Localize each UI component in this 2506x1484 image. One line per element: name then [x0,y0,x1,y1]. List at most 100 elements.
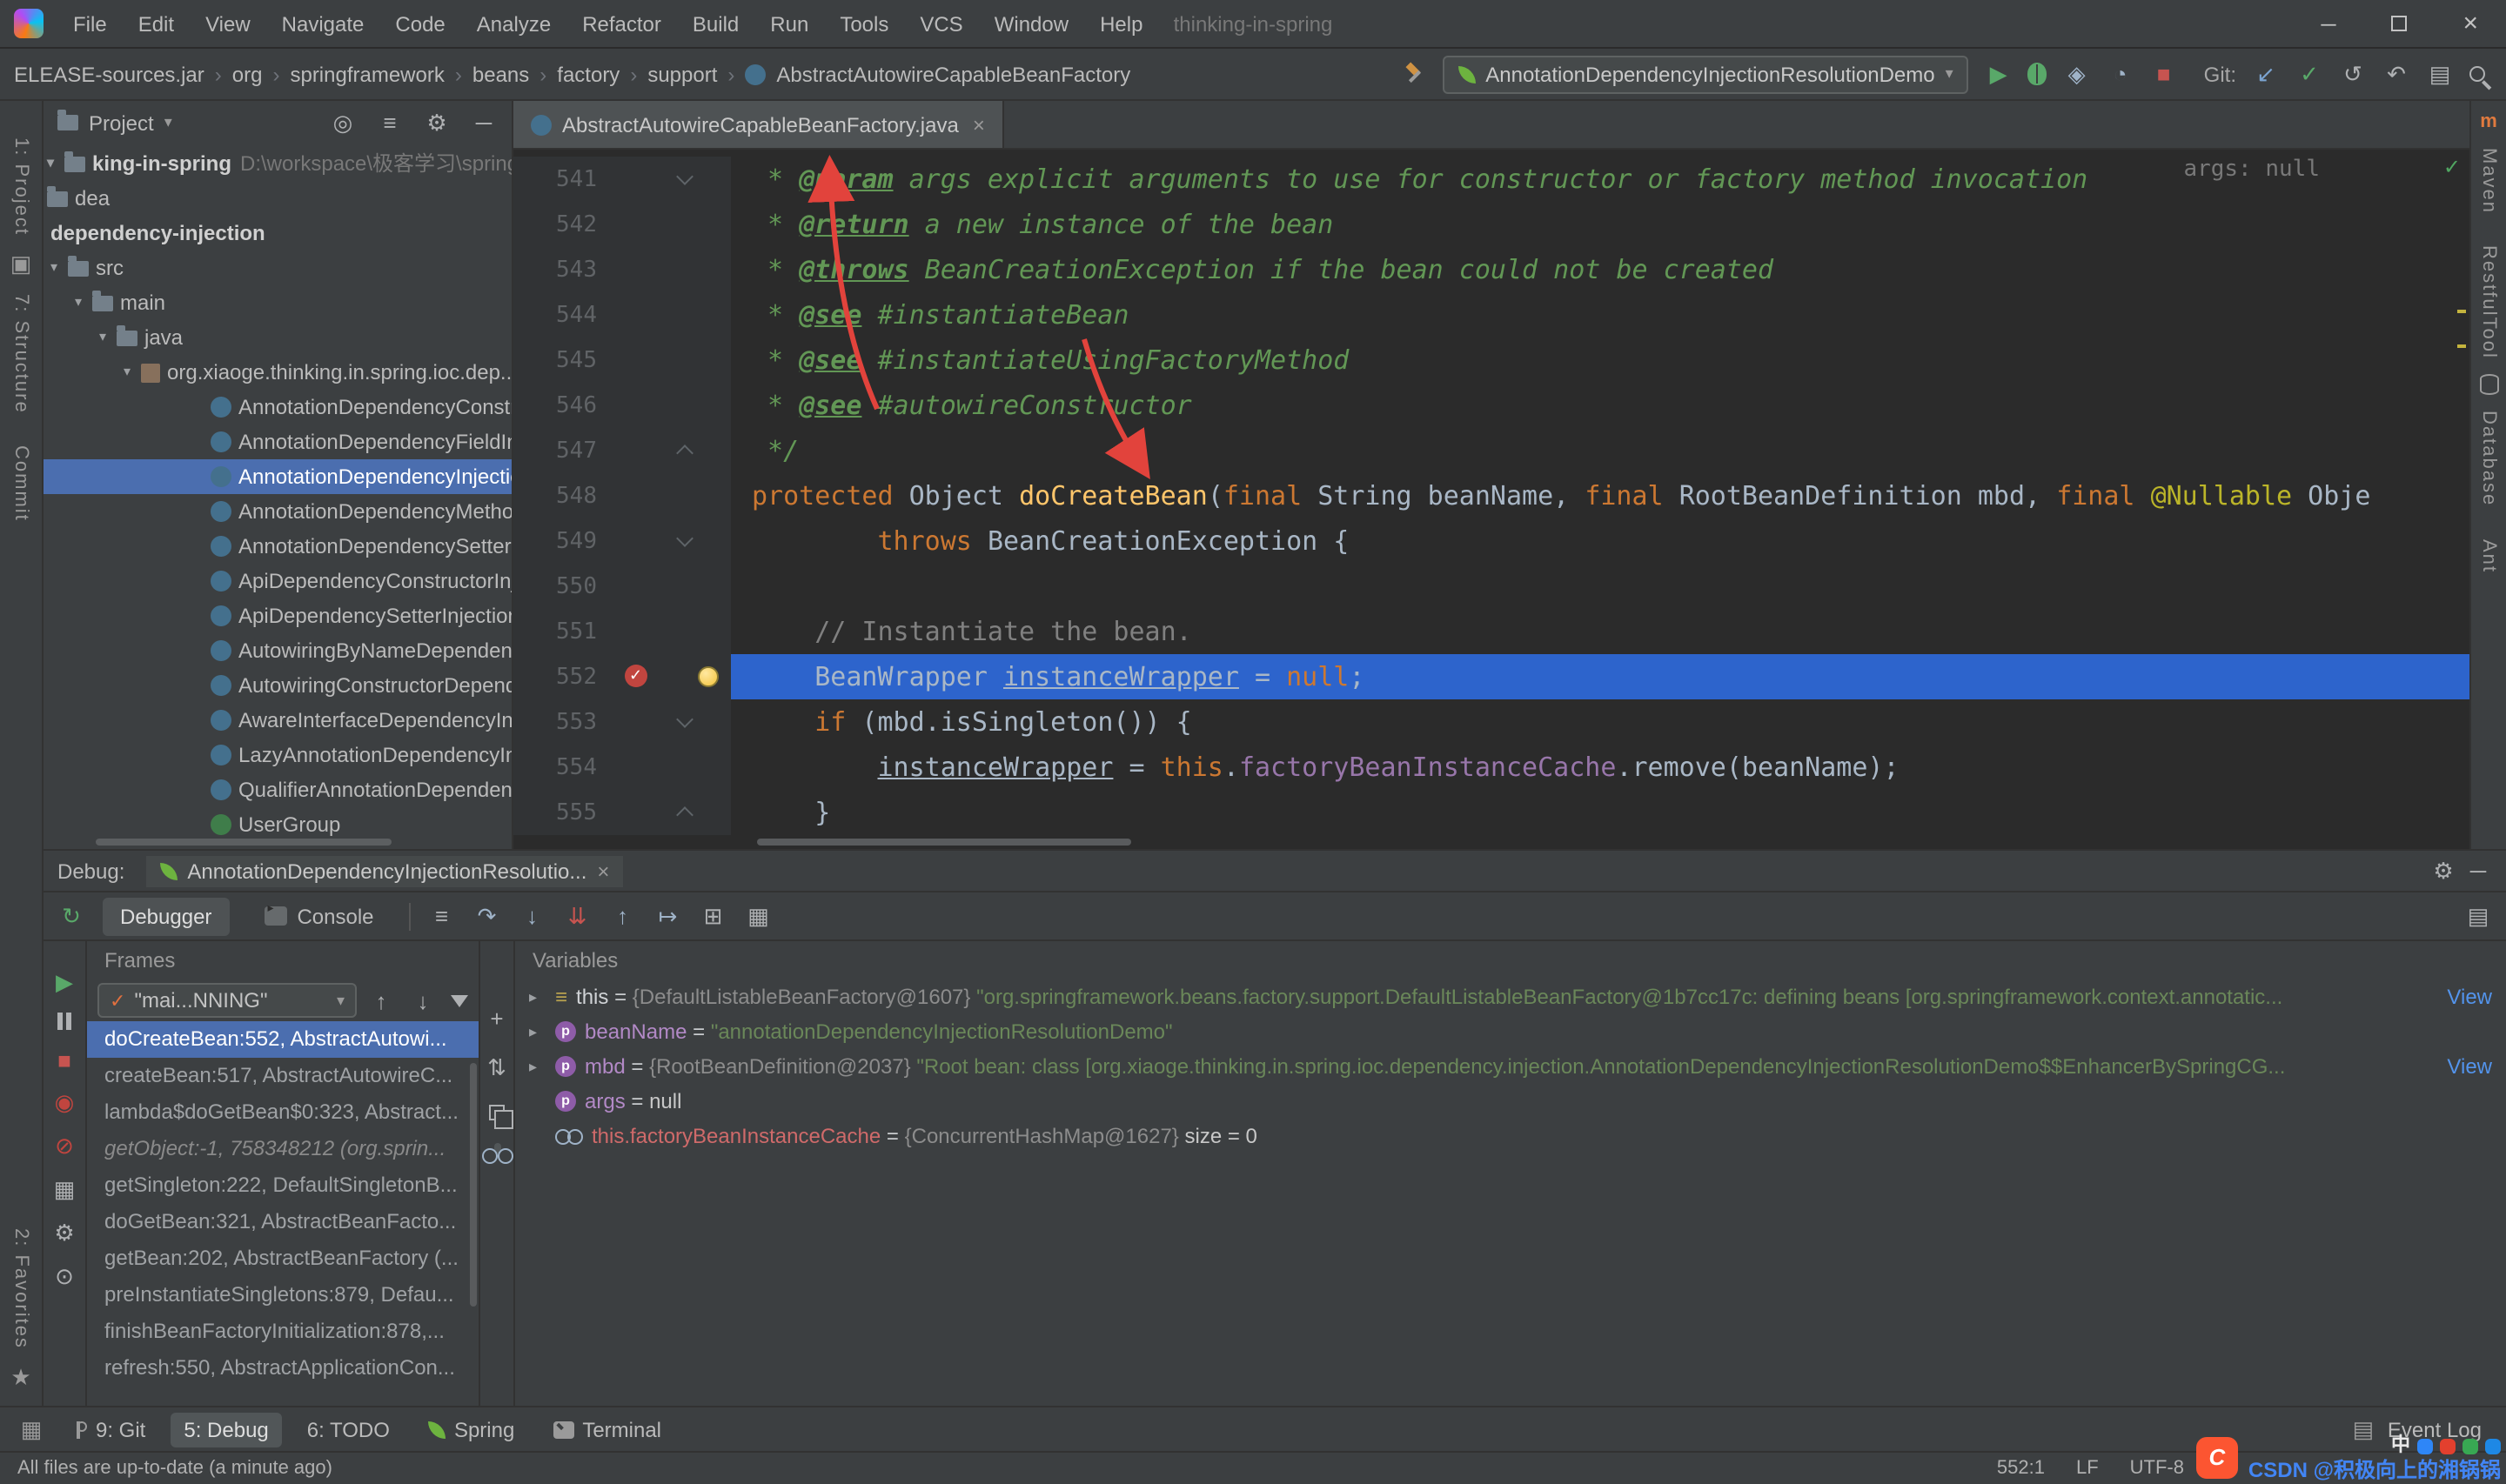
debug-icon[interactable] [2028,63,2047,85]
stack-frame[interactable]: getObject:-1, 758348212 (org.sprin... [87,1131,479,1167]
coverage-icon[interactable]: ◈ [2063,60,2091,88]
tool-stripe-commit[interactable]: Commit [10,446,31,523]
add-watch-icon[interactable]: + [483,1004,511,1032]
menu-tools[interactable]: Tools [824,0,904,47]
code-line[interactable]: 548protected Object doCreateBean(final S… [513,473,2469,518]
sort-watches-icon[interactable]: ⇅ [483,1054,511,1082]
breadcrumb-item[interactable]: springframework [290,62,444,86]
variable-row[interactable]: ▸pmbd = {RootBeanDefinition@2037} "Root … [515,1049,2506,1084]
line-number[interactable]: 551 [513,618,597,645]
search-everywhere-icon[interactable] [2469,66,2485,82]
tree-item[interactable]: ▾org.xiaoge.thinking.in.spring.ioc.dep..… [44,355,512,390]
stack-frame[interactable]: createBean:517, AbstractAutowireC... [87,1058,479,1094]
view-breakpoints-grid-icon[interactable]: ▦ [745,902,773,930]
fold-marker-icon[interactable] [676,445,694,462]
expand-arrow-icon[interactable]: ▾ [124,355,141,390]
history-icon[interactable]: ↺ [2339,60,2367,88]
tool-stripe-ant[interactable]: Ant [2478,538,2499,572]
line-number[interactable]: 543 [513,257,597,283]
resume-icon[interactable]: ▶ [50,969,78,997]
breadcrumb-item[interactable]: support [647,62,717,86]
commit-icon[interactable]: ✓ [2295,60,2323,88]
menu-run[interactable]: Run [754,0,824,47]
tree-item[interactable]: LazyAnnotationDependencyInje... [44,738,512,772]
menu-vcs[interactable]: VCS [904,0,978,47]
line-separator[interactable]: LF [2076,1458,2099,1479]
chevron-down-icon[interactable]: ▾ [164,113,172,132]
stack-frame[interactable]: doGetBean:321, AbstractBeanFacto... [87,1204,479,1240]
menu-refactor[interactable]: Refactor [566,0,677,47]
tree-item[interactable]: AutowiringByNameDependency... [44,633,512,668]
stack-frame[interactable]: getSingleton:222, DefaultSingletonB... [87,1167,479,1204]
error-stripe-mark[interactable] [2457,310,2466,313]
line-number[interactable]: 545 [513,347,597,373]
expand-arrow-icon[interactable]: ▾ [75,285,92,320]
tree-item[interactable]: QualifierAnnotationDependency... [44,772,512,807]
rollback-icon[interactable]: ↶ [2382,60,2410,88]
tool-window-button-9-git[interactable]: 9: Git [56,1412,159,1447]
force-step-into-icon[interactable]: ⇊ [564,902,592,930]
tree-item[interactable]: AnnotationDependencyInjection... [44,459,512,494]
expand-arrow-icon[interactable]: ▾ [47,146,64,181]
code-area[interactable]: ✓ 541 * @param args explicit arguments t… [513,150,2469,849]
step-over-icon[interactable]: ↷ [473,902,501,930]
settings-icon[interactable]: ⚙ [50,1220,78,1247]
tree-item[interactable]: AwareInterfaceDependencyInjec... [44,703,512,738]
menu-help[interactable]: Help [1084,0,1158,47]
menu-edit[interactable]: Edit [123,0,190,47]
menu-window[interactable]: Window [979,0,1084,47]
debug-tab-console[interactable]: Console [246,897,391,935]
copy-watch-icon[interactable] [489,1105,505,1120]
tool-window-button-6-todo[interactable]: 6: TODO [293,1412,404,1447]
error-stripe-mark[interactable] [2457,344,2466,348]
mute-breakpoints-icon[interactable]: ⊘ [50,1133,78,1160]
code-line[interactable]: 552 BeanWrapper instanceWrapper = null; [513,654,2469,699]
step-into-icon[interactable]: ↓ [519,902,546,930]
expand-arrow-icon[interactable]: ▾ [50,251,68,285]
code-line[interactable]: 550 [513,564,2469,609]
menu-analyze[interactable]: Analyze [461,0,566,47]
code-line[interactable]: 542 * @return a new instance of the bean [513,202,2469,247]
menu-icon[interactable]: ≡ [428,902,456,930]
stop-icon[interactable]: ■ [2150,60,2178,88]
stack-frame[interactable]: preInstantiateSingletons:879, Defau... [87,1277,479,1314]
expand-arrow-icon[interactable]: ▸ [529,1022,546,1041]
breadcrumb-item[interactable]: beans [472,62,529,86]
settings-gear-icon[interactable]: ⚙ [2429,857,2457,885]
tree-item[interactable]: dependency-injection [44,216,512,251]
line-number[interactable]: 547 [513,438,597,464]
breadcrumb-item[interactable]: factory [557,62,620,86]
project-horizontal-scrollbar[interactable] [96,839,392,846]
file-encoding[interactable]: UTF-8 [2130,1458,2184,1479]
fold-marker-icon[interactable] [676,711,694,728]
tool-window-button-spring[interactable]: Spring [414,1412,528,1447]
line-number[interactable]: 542 [513,211,597,237]
code-line[interactable]: 555 } [513,790,2469,835]
view-link[interactable]: View [2447,985,2492,1009]
build-icon[interactable] [1404,63,1426,85]
hide-icon[interactable]: ─ [470,109,498,137]
fold-marker-icon[interactable] [676,530,694,547]
hide-panel-icon[interactable]: ─ [2464,857,2492,885]
down-icon[interactable]: ↓ [409,986,437,1014]
editor-horizontal-scrollbar[interactable] [757,839,1131,846]
show-watches-toggle[interactable] [493,1143,500,1153]
line-number[interactable]: 550 [513,573,597,599]
code-line[interactable]: 547 */ [513,428,2469,473]
evaluate-expression-icon[interactable]: ⊞ [700,902,727,930]
code-line[interactable]: 545 * @see #instantiateUsingFactoryMetho… [513,338,2469,383]
tree-item[interactable]: dea [44,181,512,216]
variable-row[interactable]: pargs = null [515,1084,2506,1119]
breadcrumb-item[interactable]: ELEASE-sources.jar [14,62,204,86]
tree-item[interactable]: ApiDependencySetterInjectionD... [44,598,512,633]
locate-icon[interactable]: ◎ [329,109,357,137]
breadcrumb-item[interactable]: org [232,62,263,86]
expand-arrow-icon[interactable]: ▸ [529,1057,546,1076]
tool-stripe-database[interactable]: Database [2478,411,2499,507]
stack-frame[interactable]: refresh:550, AbstractApplicationCon... [87,1350,479,1387]
debug-tab-debugger[interactable]: Debugger [103,897,229,935]
code-line[interactable]: 541 * @param args explicit arguments to … [513,157,2469,202]
menu-navigate[interactable]: Navigate [266,0,380,47]
tree-item[interactable]: AutowiringConstructorDepender... [44,668,512,703]
collapse-icon[interactable]: ≡ [376,109,404,137]
